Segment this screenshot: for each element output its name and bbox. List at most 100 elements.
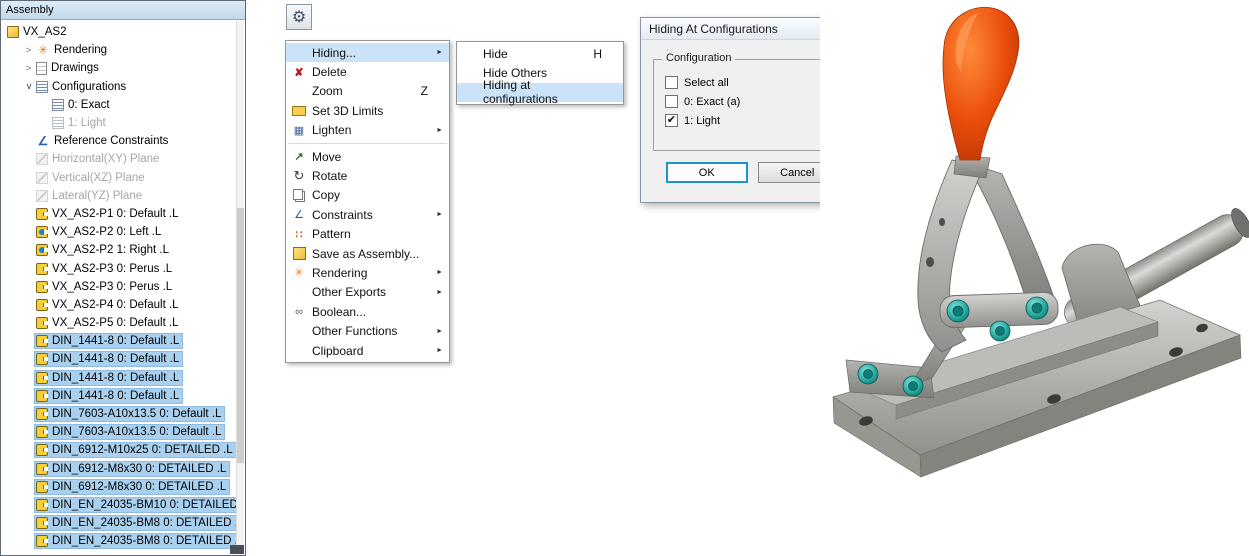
assembly-tree: VX_AS2>✳Rendering>Drawings>Configuration…	[2, 23, 236, 554]
assembly-scrollbar[interactable]	[236, 21, 244, 554]
menu-item-move[interactable]: ↗Move	[286, 147, 449, 166]
tree-item-content: DIN_6912-M8x30 0: DETAILED .L	[35, 462, 229, 476]
part-icon	[36, 481, 48, 493]
menu-item-other-functions[interactable]: Other Functions►	[286, 321, 449, 340]
checkbox-box: ✔	[665, 114, 678, 127]
tree-item-din-1441-8-0-default-l[interactable]: DIN_1441-8 0: Default .L	[2, 369, 236, 387]
tree-item-content: DIN_1441-8 0: Default .L	[35, 352, 182, 366]
move-icon: ↗	[291, 150, 307, 163]
tree-item-content: DIN_1441-8 0: Default .L	[35, 371, 182, 385]
checkbox-1-light[interactable]: ✔1: Light	[665, 111, 839, 130]
ok-button[interactable]: OK	[666, 162, 748, 183]
tree-item-label: Rendering	[53, 44, 107, 56]
menu-item-save-as-assembly[interactable]: Save as Assembly...	[286, 244, 449, 263]
tree-item-din-en-24035-bm10-0-detailed-l[interactable]: DIN_EN_24035-BM10 0: DETAILED .L	[2, 496, 236, 514]
part-alt-icon	[36, 226, 48, 238]
gear-button[interactable]: ⚙	[286, 4, 312, 30]
expand-icon[interactable]: >	[22, 63, 35, 74]
tree-item-content: VX_AS2-P4 0: Default .L	[35, 298, 182, 312]
tree-item-label: Lateral(YZ) Plane	[51, 190, 142, 202]
menu-item-boolean[interactable]: ∞Boolean...	[286, 302, 449, 321]
tree-item-configurations[interactable]: >Configurations	[2, 78, 236, 96]
tree-item-label: DIN_1441-8 0: Default .L	[51, 390, 179, 402]
toggle-clamp-model	[820, 0, 1249, 480]
menu-item-rendering[interactable]: ✳ Rendering ►	[286, 263, 449, 282]
expand-icon[interactable]: >	[22, 45, 35, 56]
tree-item-horizontal-xy-plane[interactable]: Horizontal(XY) Plane	[2, 150, 236, 168]
menu-item-hiding[interactable]: Hiding...►	[286, 43, 449, 62]
menu-item-label: Delete	[312, 65, 428, 79]
tree-item-label: Reference Constraints	[53, 135, 168, 147]
3d-viewport[interactable]	[820, 0, 1249, 556]
menu-item-clipboard[interactable]: Clipboard►	[286, 341, 449, 360]
menu-item-constraints[interactable]: ∠Constraints►	[286, 205, 449, 224]
part-icon	[36, 317, 48, 329]
pattern-icon: ∷	[291, 228, 307, 241]
tree-item-label: VX_AS2	[22, 26, 66, 38]
tree-item-vertical-xz-plane[interactable]: Vertical(XZ) Plane	[2, 169, 236, 187]
tree-item-din-1441-8-0-default-l[interactable]: DIN_1441-8 0: Default .L	[2, 350, 236, 368]
part-icon	[36, 535, 48, 547]
scrollbar-thumb[interactable]	[237, 208, 244, 464]
tree-item-lateral-yz-plane[interactable]: Lateral(YZ) Plane	[2, 187, 236, 205]
menu-item-hide[interactable]: HideH	[457, 44, 623, 63]
tree-item-din-6912-m8x30-0-detailed-l[interactable]: DIN_6912-M8x30 0: DETAILED .L	[2, 460, 236, 478]
panel-resize-grip[interactable]	[230, 545, 244, 554]
tree-item-label: DIN_EN_24035-BM8 0: DETAILED .L	[51, 517, 236, 529]
menu-item-set-3d-limits[interactable]: Set 3D Limits	[286, 101, 449, 120]
menu-item-zoom[interactable]: ZoomZ	[286, 82, 449, 101]
tree-item-label: DIN_EN_24035-BM8 0: DETAILED .L	[51, 535, 236, 547]
limits-icon	[291, 106, 307, 116]
drawings-icon	[36, 62, 47, 75]
menu-item-copy[interactable]: Copy	[286, 186, 449, 205]
tree-item-label: DIN_1441-8 0: Default .L	[51, 335, 179, 347]
tree-item-vx-as2-p3-0-perus-l[interactable]: VX_AS2-P3 0: Perus .L	[2, 278, 236, 296]
tree-item-din-7603-a10x13-5-0-default-l[interactable]: DIN_7603-A10x13.5 0: Default .L	[2, 405, 236, 423]
rendering-icon: ✳	[291, 266, 307, 279]
tree-item-vx-as2-p3-0-perus-l[interactable]: VX_AS2-P3 0: Perus .L	[2, 259, 236, 277]
tree-item-vx-as2-p1-0-default-l[interactable]: VX_AS2-P1 0: Default .L	[2, 205, 236, 223]
collapse-icon[interactable]: >	[23, 80, 34, 93]
menu-item-lighten[interactable]: ▦Lighten►	[286, 121, 449, 140]
tree-item-reference-constraints[interactable]: ∠Reference Constraints	[2, 132, 236, 150]
plane-icon	[36, 172, 48, 184]
tree-item-label: VX_AS2-P3 0: Perus .L	[51, 263, 172, 275]
menu-item-hiding-at-configurations[interactable]: Hiding at configurations	[457, 83, 623, 102]
tree-item-vx-as2[interactable]: VX_AS2	[2, 23, 236, 41]
menu-item-label: Clipboard	[312, 344, 428, 358]
menu-item-other-exports[interactable]: Other Exports►	[286, 283, 449, 302]
tree-item-din-1441-8-0-default-l[interactable]: DIN_1441-8 0: Default .L	[2, 387, 236, 405]
tree-item-din-en-24035-bm8-0-detailed-l[interactable]: DIN_EN_24035-BM8 0: DETAILED .L	[2, 514, 236, 532]
tree-item-label: Vertical(XZ) Plane	[51, 172, 145, 184]
tree-item-din-7603-a10x13-5-0-default-l[interactable]: DIN_7603-A10x13.5 0: Default .L	[2, 423, 236, 441]
configuration-checkbox-list: Select all 0: Exact (a) ✔1: Light	[654, 60, 839, 130]
part-icon	[36, 372, 48, 384]
part-alt-icon	[36, 244, 48, 256]
menu-item-pattern[interactable]: ∷Pattern	[286, 225, 449, 244]
tree-item-content: Drawings	[35, 61, 102, 76]
menu-item-rotate[interactable]: ↻Rotate	[286, 166, 449, 185]
tree-item-din-1441-8-0-default-l[interactable]: DIN_1441-8 0: Default .L	[2, 332, 236, 350]
tree-item-0-exact[interactable]: 0: Exact	[2, 96, 236, 114]
tree-item-content: DIN_1441-8 0: Default .L	[35, 389, 182, 403]
checkbox-select-all[interactable]: Select all	[665, 73, 839, 92]
submenu-arrow-icon: ►	[434, 269, 443, 276]
tree-item-rendering[interactable]: >✳Rendering	[2, 41, 236, 59]
tree-item-drawings[interactable]: >Drawings	[2, 59, 236, 77]
menu-item-label: Rendering	[312, 266, 428, 280]
checkbox-label: 0: Exact (a)	[684, 96, 740, 108]
tree-item-vx-as2-p4-0-default-l[interactable]: VX_AS2-P4 0: Default .L	[2, 296, 236, 314]
tree-item-din-6912-m8x30-0-detailed-l[interactable]: DIN_6912-M8x30 0: DETAILED .L	[2, 478, 236, 496]
tree-item-vx-as2-p2-0-left-l[interactable]: VX_AS2-P2 0: Left .L	[2, 223, 236, 241]
tree-item-vx-as2-p2-1-right-l[interactable]: VX_AS2-P2 1: Right .L	[2, 241, 236, 259]
groupbox-label: Configuration	[662, 52, 735, 64]
menu-item-delete[interactable]: ✘Delete	[286, 62, 449, 81]
tree-item-label: DIN_EN_24035-BM10 0: DETAILED .L	[51, 499, 236, 511]
tree-item-din-6912-m10x25-0-detailed-l[interactable]: DIN_6912-M10x25 0: DETAILED .L	[2, 441, 236, 459]
checkbox-0-exact-a[interactable]: 0: Exact (a)	[665, 92, 839, 111]
tree-item-label: VX_AS2-P4 0: Default .L	[51, 299, 179, 311]
tree-item-label: DIN_7603-A10x13.5 0: Default .L	[51, 408, 221, 420]
tree-item-1-light[interactable]: 1: Light	[2, 114, 236, 132]
tree-item-din-en-24035-bm8-0-detailed-l[interactable]: DIN_EN_24035-BM8 0: DETAILED .L	[2, 532, 236, 550]
tree-item-vx-as2-p5-0-default-l[interactable]: VX_AS2-P5 0: Default .L	[2, 314, 236, 332]
